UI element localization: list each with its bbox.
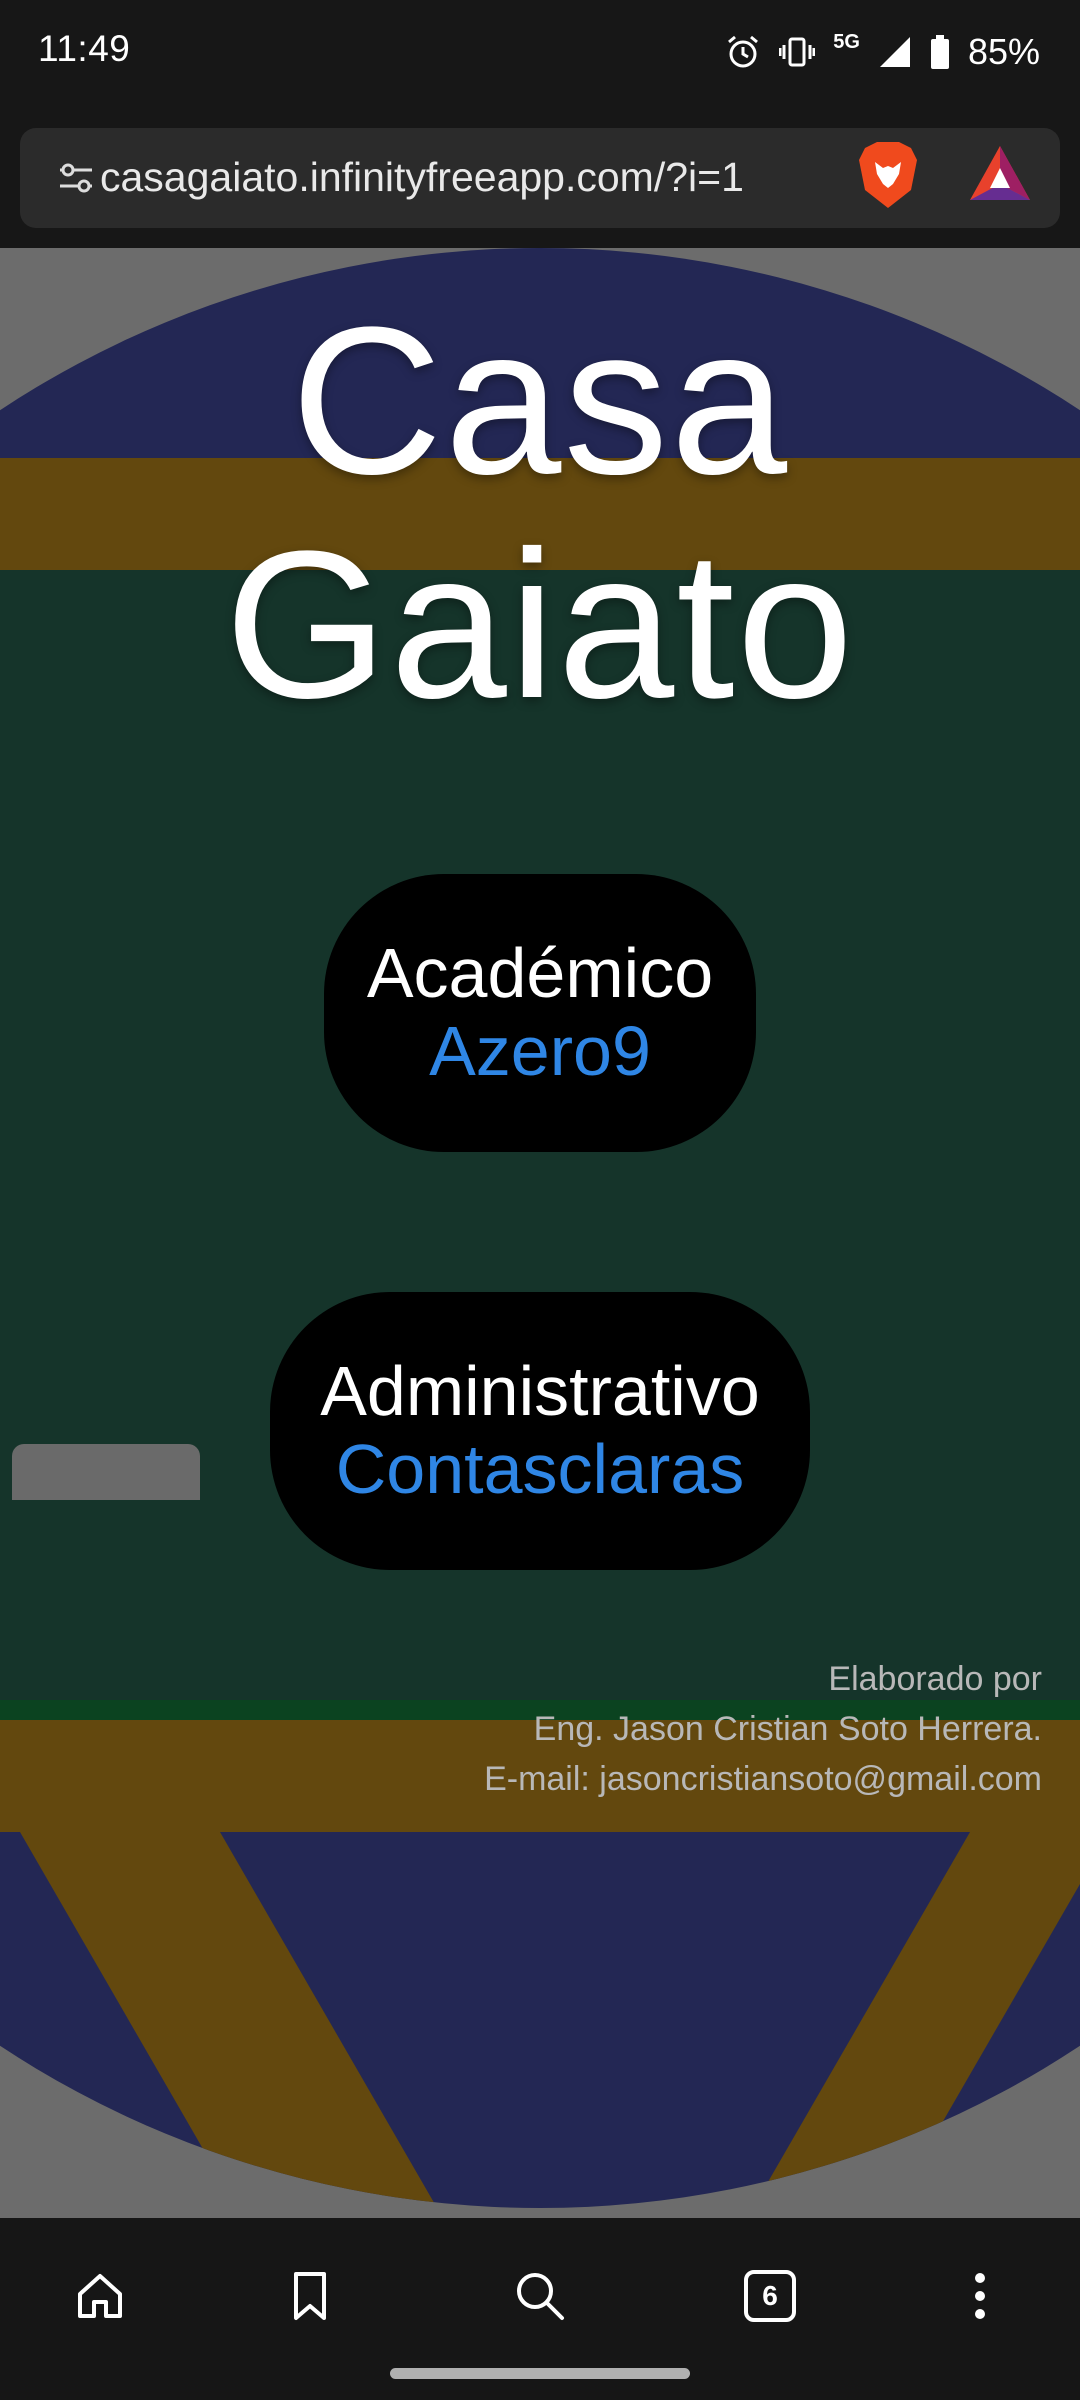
battery-icon xyxy=(930,34,950,70)
alarm-icon xyxy=(725,34,761,70)
vibrate-icon xyxy=(779,34,816,70)
web-content: Casa Gaiato Académico Azero9 Administrat… xyxy=(0,248,1080,2218)
footer-credits: Elaborado por Eng. Jason Cristian Soto H… xyxy=(484,1654,1042,1804)
battery-percent: 85% xyxy=(967,31,1040,72)
background-leg-right xyxy=(681,1832,1080,2208)
browser-toolbar: casagaiato.infinityfreeapp.com/?i=1 xyxy=(0,110,1080,248)
home-icon[interactable] xyxy=(60,2256,140,2336)
background-eraser-shape xyxy=(12,1444,200,1500)
page-title-line1: Casa xyxy=(290,283,790,518)
bookmark-icon[interactable] xyxy=(270,2256,350,2336)
url-text[interactable]: casagaiato.infinityfreeapp.com/?i=1 xyxy=(100,154,744,201)
administrativo-label: Administrativo xyxy=(320,1352,760,1430)
home-indicator[interactable] xyxy=(390,2368,690,2379)
administrativo-button[interactable]: Administrativo Contasclaras xyxy=(270,1292,810,1570)
status-bar: 11:49 5G 85% xyxy=(0,0,1080,110)
search-icon[interactable] xyxy=(500,2256,580,2336)
more-icon[interactable] xyxy=(940,2256,1020,2336)
brave-lion-icon[interactable] xyxy=(855,140,921,215)
address-bar[interactable]: casagaiato.infinityfreeapp.com/?i=1 xyxy=(20,128,1060,228)
status-icons: 5G 85% xyxy=(725,26,1040,78)
brave-rewards-icon[interactable] xyxy=(968,144,1032,209)
status-time: 11:49 xyxy=(38,28,131,69)
footer-line-2: Eng. Jason Cristian Soto Herrera. xyxy=(533,1710,1042,1748)
site-settings-icon[interactable] xyxy=(56,158,96,203)
browser-bottom-bar: 6 xyxy=(0,2218,1080,2400)
tabs-icon[interactable]: 6 xyxy=(730,2256,810,2336)
network-type: 5G xyxy=(833,30,860,53)
signal-icon xyxy=(878,35,912,69)
footer-line-1: Elaborado por xyxy=(828,1660,1042,1698)
azero9-link[interactable]: Azero9 xyxy=(324,1012,756,1090)
page-title-line2: Gaiato xyxy=(224,507,856,742)
academico-button[interactable]: Académico Azero9 xyxy=(324,874,756,1152)
academico-label: Académico xyxy=(366,934,714,1012)
footer-email: E-mail: jasoncristiansoto@gmail.com xyxy=(484,1760,1042,1798)
background-leg-left xyxy=(20,1832,509,2208)
contasclaras-link[interactable]: Contasclaras xyxy=(270,1430,810,1508)
